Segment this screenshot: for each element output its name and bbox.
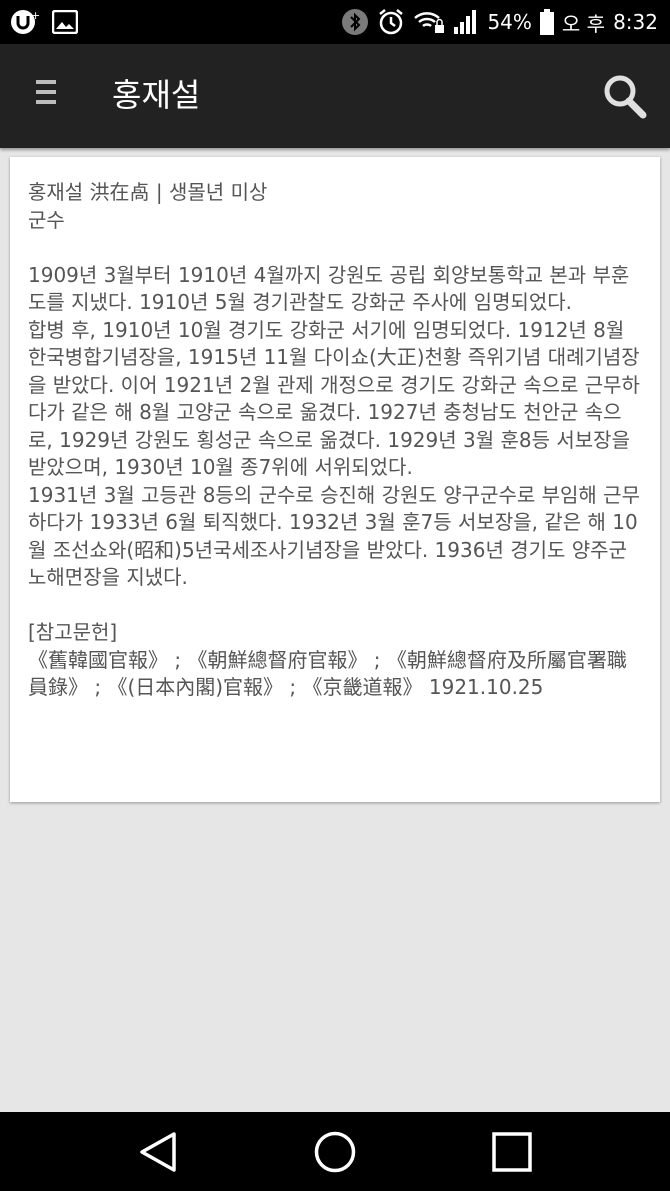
app-toolbar: 홍재설 [0, 44, 670, 148]
recents-button[interactable] [490, 1130, 534, 1174]
status-right: 54% 오 후 8:32 [341, 0, 658, 44]
signal-icon [453, 9, 479, 35]
entry-content: 홍재설 洪在卨 | 생몰년 미상 군수 1909년 3월부터 1910년 4월까… [28, 179, 640, 702]
back-triangle-icon [140, 1132, 176, 1172]
entry-heading: 홍재설 洪在卨 | 생몰년 미상 [28, 180, 268, 204]
search-button[interactable] [600, 72, 650, 122]
references-text: 《舊韓國官報》 ; 《朝鮮總督府官報》 ; 《朝鮮總督府及所屬官署職員錄》 ; … [28, 647, 627, 700]
status-left: + [10, 8, 78, 36]
navigation-bar [0, 1112, 670, 1191]
status-bar: + 54% 오 후 8:32 [0, 0, 670, 44]
page-title: 홍재설 [112, 76, 201, 114]
menu-button[interactable] [26, 76, 66, 116]
clock-time: 8:32 [613, 10, 658, 34]
bluetooth-icon [341, 8, 369, 36]
wifi-lock-icon [413, 9, 445, 35]
entry-body-paragraph-2: 합병 후, 1910년 10월 경기도 강화군 서기에 임명되었다. 1912년… [28, 317, 640, 480]
entry-body-paragraph-1: 1909년 3월부터 1910년 4월까지 강원도 공립 회양보통학교 본과 부… [28, 262, 630, 315]
recents-square-icon [492, 1132, 532, 1172]
entry-card: 홍재설 洪在卨 | 생몰년 미상 군수 1909년 3월부터 1910년 4월까… [10, 157, 660, 802]
u-plus-icon: + [10, 8, 42, 36]
search-icon [604, 75, 647, 119]
alarm-icon [377, 8, 405, 36]
entry-body-paragraph-3: 1931년 3월 고등관 8등의 군수로 승진해 강원도 양구군수로 부임해 근… [28, 482, 640, 590]
references-label: [참고문헌] [28, 620, 118, 644]
gallery-icon [52, 10, 78, 34]
menu-icon [26, 76, 66, 104]
home-button[interactable] [313, 1130, 357, 1174]
ampm-label: 오 후 [561, 11, 606, 36]
svg-text:+: + [31, 9, 40, 22]
battery-percent: 54% [487, 10, 532, 34]
home-circle-icon [314, 1131, 356, 1173]
entry-role: 군수 [28, 207, 65, 232]
battery-icon [539, 9, 554, 35]
back-button[interactable] [136, 1130, 180, 1174]
